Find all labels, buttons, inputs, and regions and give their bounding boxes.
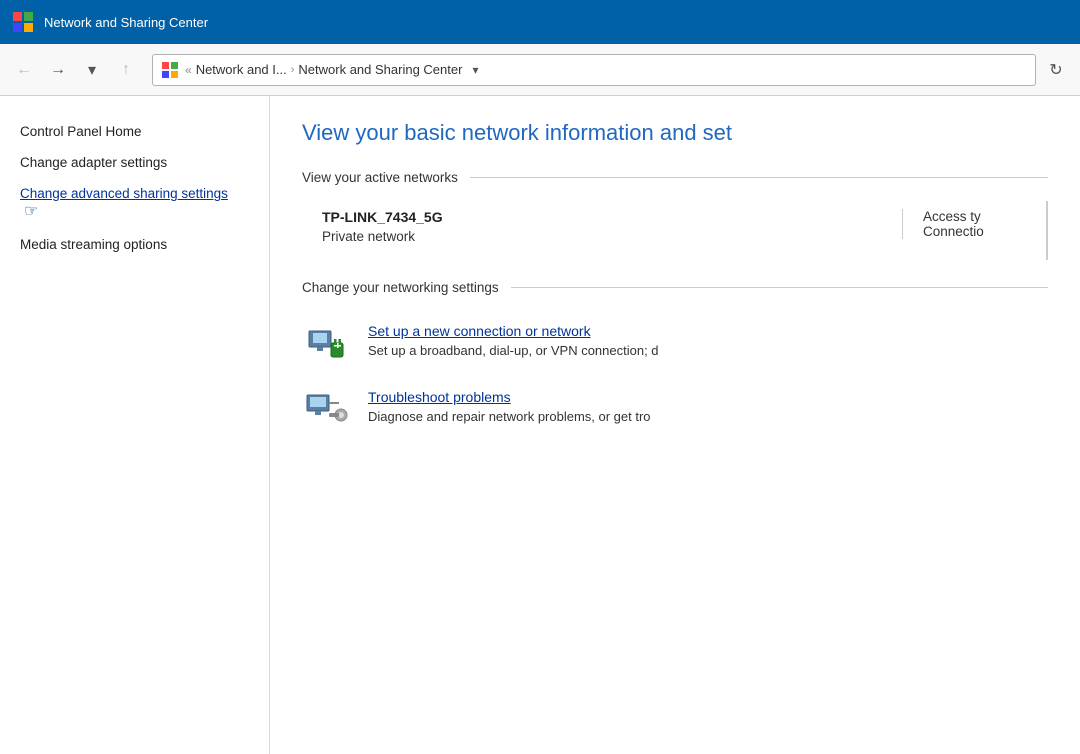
address-arrow: › — [291, 64, 295, 76]
main-layout: Control Panel Home Change adapter settin… — [0, 96, 1080, 754]
address-bar: ← → ▾ ↑ « Network and I... › Network and… — [0, 44, 1080, 96]
up-button[interactable]: ↑ — [112, 56, 140, 84]
network-name: TP-LINK_7434_5G — [322, 209, 902, 225]
title-bar-text: Network and Sharing Center — [44, 15, 208, 30]
hand-cursor-indicator: ☞ — [24, 201, 38, 221]
sidebar-item-control-panel-home[interactable]: Control Panel Home — [0, 116, 269, 147]
change-networking-label: Change your networking settings — [302, 280, 499, 295]
forward-button[interactable]: → — [44, 56, 72, 84]
new-connection-link[interactable]: Set up a new connection or network — [368, 323, 659, 339]
new-connection-icon-box — [302, 323, 352, 365]
dropdown-button[interactable]: ▾ — [78, 56, 106, 84]
address-part2: Network and Sharing Center — [298, 62, 462, 77]
change-networking-header: Change your networking settings — [302, 280, 1048, 295]
title-bar-icon — [12, 11, 34, 33]
troubleshoot-icon-box — [302, 389, 352, 431]
network-address-icon — [161, 61, 179, 79]
troubleshoot-link[interactable]: Troubleshoot problems — [368, 389, 651, 405]
address-box[interactable]: « Network and I... › Network and Sharing… — [152, 54, 1036, 86]
change-networking-section: Change your networking settings — [302, 280, 1048, 443]
sidebar-item-media-streaming[interactable]: Media streaming options — [0, 229, 269, 260]
page-title: View your basic network information and … — [302, 120, 1048, 146]
network-type: Private network — [322, 229, 902, 244]
settings-item-troubleshoot: Troubleshoot problems Diagnose and repai… — [302, 377, 1048, 443]
sidebar: Control Panel Home Change adapter settin… — [0, 96, 270, 754]
troubleshoot-desc: Diagnose and repair network problems, or… — [368, 409, 651, 424]
address-text: « Network and I... › Network and Sharing… — [185, 62, 462, 77]
content-area: View your basic network information and … — [270, 96, 1080, 754]
address-breadcrumb-separator: « — [185, 63, 192, 77]
troubleshoot-icon — [305, 391, 349, 429]
title-bar: Network and Sharing Center — [0, 0, 1080, 44]
settings-item-new-connection: Set up a new connection or network Set u… — [302, 311, 1048, 377]
address-dropdown-chevron[interactable]: ▾ — [472, 63, 478, 77]
access-type-label: Access ty — [923, 209, 1022, 224]
change-networking-divider — [511, 287, 1048, 288]
sidebar-item-change-adapter[interactable]: Change adapter settings — [0, 147, 269, 178]
connection-label: Connectio — [923, 224, 1022, 239]
troubleshoot-content: Troubleshoot problems Diagnose and repai… — [368, 389, 651, 426]
new-connection-content: Set up a new connection or network Set u… — [368, 323, 659, 360]
new-connection-desc: Set up a broadband, dial-up, or VPN conn… — [368, 343, 659, 358]
network-card: TP-LINK_7434_5G Private network Access t… — [302, 201, 1048, 260]
active-networks-divider — [470, 177, 1048, 178]
active-networks-header: View your active networks — [302, 170, 1048, 185]
active-networks-label: View your active networks — [302, 170, 458, 185]
new-connection-icon — [305, 325, 349, 363]
back-button[interactable]: ← — [10, 56, 38, 84]
address-part1: Network and I... — [196, 62, 287, 77]
refresh-button[interactable]: ↻ — [1042, 56, 1070, 84]
sidebar-item-change-advanced-sharing[interactable]: Change advanced sharing settings ☞ — [0, 178, 269, 229]
